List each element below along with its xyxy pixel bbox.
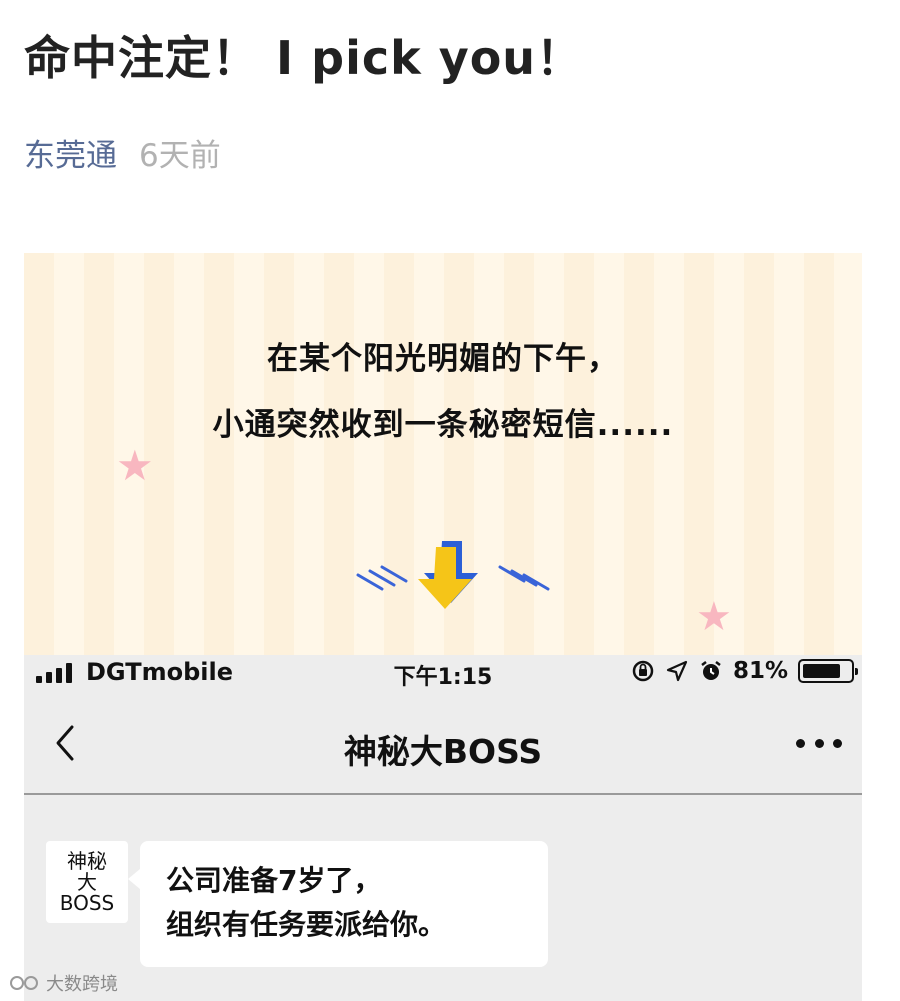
sender-avatar[interactable]: 神秘 大 BOSS bbox=[46, 841, 128, 923]
status-bar: DGTmobile 下午1:15 81% bbox=[24, 655, 862, 691]
dot-icon bbox=[814, 738, 824, 748]
account-name-link[interactable]: 东莞通 bbox=[24, 138, 117, 174]
status-right-group: 81% bbox=[631, 658, 858, 684]
pink-star-icon: ★ bbox=[116, 441, 154, 490]
more-options-button[interactable] bbox=[796, 733, 842, 753]
orientation-lock-icon bbox=[632, 660, 654, 682]
article-meta: 东莞通 6天前 bbox=[24, 130, 221, 175]
article-title: 命中注定！ I pick you！ bbox=[24, 31, 584, 85]
message-text-line1: 公司准备7岁了， bbox=[166, 864, 382, 897]
message-bubble[interactable]: 公司准备7岁了， 组织有任务要派给你。 bbox=[128, 841, 548, 967]
avatar-text-line1: 神秘 bbox=[67, 848, 107, 873]
dot-icon bbox=[796, 738, 805, 748]
dot-icon bbox=[833, 738, 842, 748]
watermark: 大数跨境 bbox=[8, 970, 118, 996]
pink-star-icon: ★ bbox=[696, 594, 732, 640]
phone-screenshot: DGTmobile 下午1:15 81% 神秘大BOSS 神秘 大 BOSS 公… bbox=[24, 655, 862, 1001]
avatar-text-line2: 大 bbox=[77, 869, 97, 894]
banner-text-line2: 小通突然收到一条秘密短信...... bbox=[212, 407, 674, 443]
banner-text-line1: 在某个阳光明媚的下午， bbox=[267, 341, 619, 377]
battery-icon bbox=[798, 659, 858, 683]
avatar-text-line3: BOSS bbox=[59, 890, 115, 915]
publish-time: 6天前 bbox=[139, 138, 221, 174]
banner-image: 在某个阳光明媚的下午， 小通突然收到一条秘密短信...... ★ ★ bbox=[24, 253, 862, 655]
chat-title: 神秘大BOSS bbox=[343, 732, 543, 771]
down-arrow-icon bbox=[356, 541, 550, 609]
alarm-icon bbox=[701, 661, 721, 680]
chat-nav-bar: 神秘大BOSS bbox=[24, 691, 862, 795]
location-icon bbox=[666, 660, 688, 682]
message-text-line2: 组织有任务要派给你。 bbox=[166, 908, 447, 941]
battery-percent: 81% bbox=[732, 658, 788, 684]
watermark-logo-icon bbox=[10, 976, 38, 990]
watermark-text: 大数跨境 bbox=[46, 974, 118, 995]
